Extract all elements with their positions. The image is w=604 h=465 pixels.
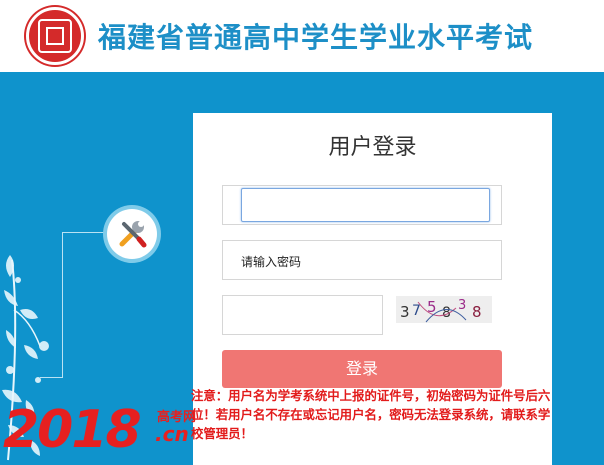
login-button[interactable]: 登录 xyxy=(222,350,502,388)
login-notice: 注意：用户名为学考系统中上报的证件号，初始密码为证件号后六位！若用户名不存在或忘… xyxy=(191,388,551,441)
connector-line xyxy=(62,232,110,233)
password-field[interactable]: 请输入密码 xyxy=(222,240,502,280)
captcha-input[interactable] xyxy=(222,295,383,335)
site-watermark: 2018 高考网 .cn xyxy=(3,400,203,460)
watermark-text-bottom: .cn xyxy=(155,422,189,446)
tools-badge xyxy=(107,209,157,259)
header: 福建省普通高中学生学业水平考试 xyxy=(0,0,604,72)
wrench-screwdriver-icon xyxy=(119,221,147,248)
svg-text:7: 7 xyxy=(412,303,421,319)
svg-text:3: 3 xyxy=(458,298,466,313)
login-title: 用户登录 xyxy=(328,135,417,160)
username-field-frame xyxy=(222,185,502,225)
username-input[interactable] xyxy=(241,188,490,222)
school-seal-icon xyxy=(26,7,84,65)
captcha-image[interactable]: 3 7 5 8 3 8 xyxy=(396,296,492,323)
svg-text:8: 8 xyxy=(472,303,482,321)
svg-text:3: 3 xyxy=(400,303,410,321)
site-title: 福建省普通高中学生学业水平考试 xyxy=(98,21,534,54)
watermark-number: 2018 xyxy=(3,400,142,460)
password-placeholder: 请输入密码 xyxy=(241,255,302,269)
